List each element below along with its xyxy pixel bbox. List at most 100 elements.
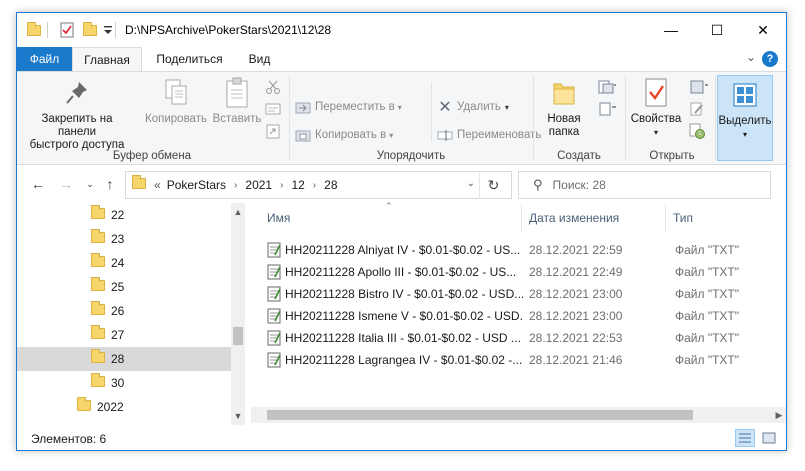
open-group-label: Открыть [649,150,695,162]
tab-share[interactable]: Поделиться [147,47,232,71]
large-icons-view-icon[interactable] [759,429,779,447]
edit-icon[interactable] [689,100,705,118]
address-overflow[interactable]: « [154,178,161,192]
ribbon-tabs: Файл Главная Поделиться Вид ⌄ ? [17,47,786,71]
tree-item[interactable]: 30 [17,371,231,395]
breadcrumb-pokerstars[interactable]: PokerStars [167,178,226,192]
tree-item-label: 28 [111,352,125,366]
easy-access-icon[interactable] [597,100,617,118]
close-button[interactable]: ✕ [740,13,786,47]
address-folder-icon [132,175,146,192]
paste-shortcut-icon[interactable] [265,122,281,140]
scroll-down-icon[interactable]: ▼ [231,409,245,423]
refresh-icon[interactable]: ↻ [479,171,507,199]
search-box[interactable]: ⚲ Поиск: 28 [518,171,771,199]
breadcrumb-12[interactable]: 12 [291,178,304,192]
rename-button[interactable]: Переименовать [437,126,541,144]
file-type: Файл "TXT" [675,242,740,257]
cut-icon[interactable] [265,78,281,96]
breadcrumb-28[interactable]: 28 [324,178,337,192]
new-group-label: Создать [557,150,601,162]
customize-quick-access-icon[interactable] [103,21,113,39]
file-row[interactable]: HH20211228 Italia III - $0.01-$0.02 - US… [265,327,779,348]
details-view-icon[interactable] [735,429,755,447]
ribbon: Закрепить на панели быстрого доступа Коп… [17,71,786,165]
file-row[interactable]: HH20211228 Lagrangea IV - $0.01-$0.02 -.… [265,349,779,370]
recent-locations-chevron-icon[interactable]: ⌄ [81,175,99,193]
breadcrumb-separator-icon[interactable]: › [313,180,316,191]
column-header-date[interactable]: Дата изменения [529,207,619,229]
file-name: HH20211228 Apollo III - $0.01-$0.02 - US… [285,264,517,279]
copy-path-icon[interactable] [265,100,281,118]
breadcrumb-2021[interactable]: 2021 [245,178,272,192]
tab-home[interactable]: Главная [72,47,142,71]
text-file-icon [267,264,281,280]
back-arrow-icon[interactable]: ← [29,175,47,193]
file-date: 28.12.2021 21:46 [529,352,623,367]
tree-item[interactable]: 25 [17,275,231,299]
title-bar: D:\NPSArchive\PokerStars\2021\12\28 — ☐ … [17,13,786,47]
maximize-button[interactable]: ☐ [694,13,740,47]
paste-button[interactable]: Вставить [213,76,261,126]
tree-item[interactable]: 28 [17,347,231,371]
text-file-icon [267,242,281,258]
file-row[interactable]: HH20211228 Alniyat IV - $0.01-$0.02 - US… [265,239,779,260]
tree-item-label: 30 [111,376,125,390]
column-header-name[interactable]: Имя [267,207,290,229]
address-dropdown-icon[interactable]: ⌄ [467,178,475,189]
scroll-left-icon[interactable] [251,407,265,423]
file-name: HH20211228 Bistro IV - $0.01-$0.02 - USD… [285,286,523,301]
tree-item[interactable]: 22 [17,203,231,227]
new-group: Новая папка Создать [535,72,623,164]
tree-item[interactable]: 23 [17,227,231,251]
breadcrumb-separator-icon[interactable]: › [280,180,283,191]
copy-button[interactable]: Копировать [143,76,209,126]
tree-item-label: 27 [111,328,125,342]
forward-arrow-icon[interactable]: → [57,175,75,193]
file-list: ⌃ Имя Дата изменения Тип HH20211228 Alni… [251,201,786,425]
file-row[interactable]: HH20211228 Bistro IV - $0.01-$0.02 - USD… [265,283,779,304]
file-list-hscrollbar[interactable]: ▶ [251,407,786,423]
file-row[interactable]: HH20211228 Ismene V - $0.01-$0.02 - USD.… [265,305,779,326]
move-to-button[interactable]: Переместить в ▾ [295,98,402,116]
nav-pane-scrollbar[interactable]: ▲ ▼ [231,203,245,425]
new-item-icon[interactable] [597,78,617,96]
new-folder-quick-icon[interactable] [83,21,97,39]
history-icon[interactable] [689,122,705,140]
ribbon-collapse-chevron-icon[interactable]: ⌄ [746,50,756,64]
file-date: 28.12.2021 23:00 [529,286,623,301]
folder-icon [91,277,105,294]
new-folder-button[interactable]: Новая папка [539,76,589,139]
tab-file[interactable]: Файл [17,47,72,71]
column-header-type[interactable]: Тип [673,207,693,229]
properties-quick-icon[interactable] [59,21,75,39]
tree-item[interactable]: 26 [17,299,231,323]
scroll-right-icon[interactable]: ▶ [772,407,786,423]
file-list-scroll-thumb[interactable] [267,410,693,420]
select-button[interactable]: Выделить ▾ [717,75,773,161]
text-file-icon [267,308,281,324]
up-arrow-icon[interactable]: ↑ [101,175,119,193]
tree-item[interactable]: 24 [17,251,231,275]
properties-button[interactable]: Свойства ▾ [629,76,683,139]
file-type: Файл "TXT" [675,286,740,301]
folder-icon [77,397,91,414]
open-icon[interactable] [689,78,709,96]
file-row[interactable]: HH20211228 Apollo III - $0.01-$0.02 - US… [265,261,779,282]
tree-item[interactable]: 27 [17,323,231,347]
paste-label: Вставить [212,113,262,125]
copy-to-button[interactable]: Копировать в ▾ [295,126,393,144]
tab-view[interactable]: Вид [237,47,282,71]
nav-pane-scroll-thumb[interactable] [233,327,243,345]
text-file-icon [267,330,281,346]
help-button[interactable]: ? [762,51,778,67]
delete-button[interactable]: ✕ Удалить ▾ [437,98,509,116]
breadcrumb-separator-icon[interactable]: › [234,180,237,191]
tree-item[interactable]: 2022 [17,395,231,419]
scroll-up-icon[interactable]: ▲ [231,205,245,219]
address-bar[interactable]: « PokerStars › 2021 › 12 › 28 ⌄ [125,171,512,199]
tree-item-label: 24 [111,256,125,270]
minimize-button[interactable]: — [648,13,694,47]
rename-icon [437,127,453,143]
pin-quick-access-button[interactable]: Закрепить на панели быстрого доступа [23,76,131,152]
